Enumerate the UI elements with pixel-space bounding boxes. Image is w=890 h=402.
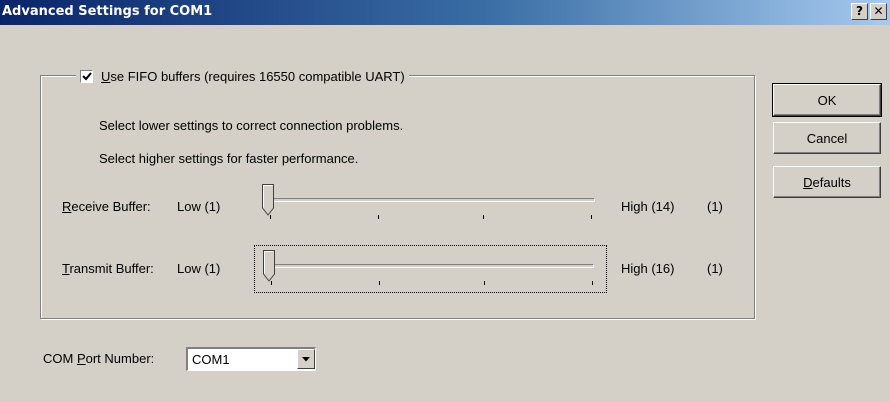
fifo-checkbox[interactable]: [80, 69, 93, 83]
help-icon: ?: [856, 4, 863, 18]
slider-tick: [483, 215, 484, 219]
hint-higher-text: Select higher settings for faster perfor…: [99, 151, 359, 166]
transmit-high-label: High (16): [621, 261, 675, 276]
chevron-down-icon: [302, 357, 310, 362]
receive-current-value: (1): [707, 199, 723, 214]
dropdown-arrow-button[interactable]: [297, 349, 315, 369]
close-icon: ✕: [873, 4, 884, 18]
receive-slider-thumb[interactable]: [262, 184, 274, 216]
slider-tick: [592, 281, 593, 285]
receive-high-label: High (14): [621, 199, 675, 214]
transmit-buffer-label: Transmit Buffer:: [62, 261, 154, 276]
slider-tick: [270, 215, 271, 219]
fifo-checkbox-label: Use FIFO buffers (requires 16550 compati…: [101, 68, 405, 84]
defaults-button[interactable]: Defaults: [773, 166, 881, 198]
transmit-current-value: (1): [707, 261, 723, 276]
slider-tick: [591, 215, 592, 219]
checkmark-icon: [82, 71, 92, 80]
slider-tick: [378, 215, 379, 219]
help-button[interactable]: ?: [851, 3, 868, 20]
ok-button[interactable]: OK: [772, 83, 882, 117]
slider-tick: [379, 281, 380, 285]
transmit-slider-thumb[interactable]: [263, 250, 275, 282]
cancel-button[interactable]: Cancel: [773, 122, 881, 154]
slider-tick: [271, 281, 272, 285]
defaults-button-label: Defaults: [803, 174, 851, 190]
com-port-value: COM1: [192, 352, 230, 367]
close-button[interactable]: ✕: [870, 3, 887, 20]
slider-tick: [484, 281, 485, 285]
com-port-label: COM Port Number:: [43, 351, 155, 366]
transmit-buffer-slider[interactable]: [254, 245, 607, 293]
receive-buffer-slider[interactable]: [254, 180, 607, 228]
transmit-slider-track: [269, 264, 594, 268]
cancel-button-label: Cancel: [806, 130, 848, 146]
fifo-checkbox-row[interactable]: Use FIFO buffers (requires 16550 compati…: [76, 66, 409, 86]
receive-buffer-label: Receive Buffer:: [62, 199, 151, 214]
ok-button-label: OK: [817, 92, 837, 108]
window-title: Advanced Settings for COM1: [2, 4, 213, 19]
hint-lower-text: Select lower settings to correct connect…: [99, 118, 404, 133]
receive-low-label: Low (1): [177, 199, 221, 214]
receive-slider-track: [268, 198, 595, 202]
com-port-dropdown[interactable]: COM1: [186, 347, 316, 371]
title-bar: Advanced Settings for COM1 ? ✕: [0, 0, 890, 25]
transmit-low-label: Low (1): [177, 261, 221, 276]
